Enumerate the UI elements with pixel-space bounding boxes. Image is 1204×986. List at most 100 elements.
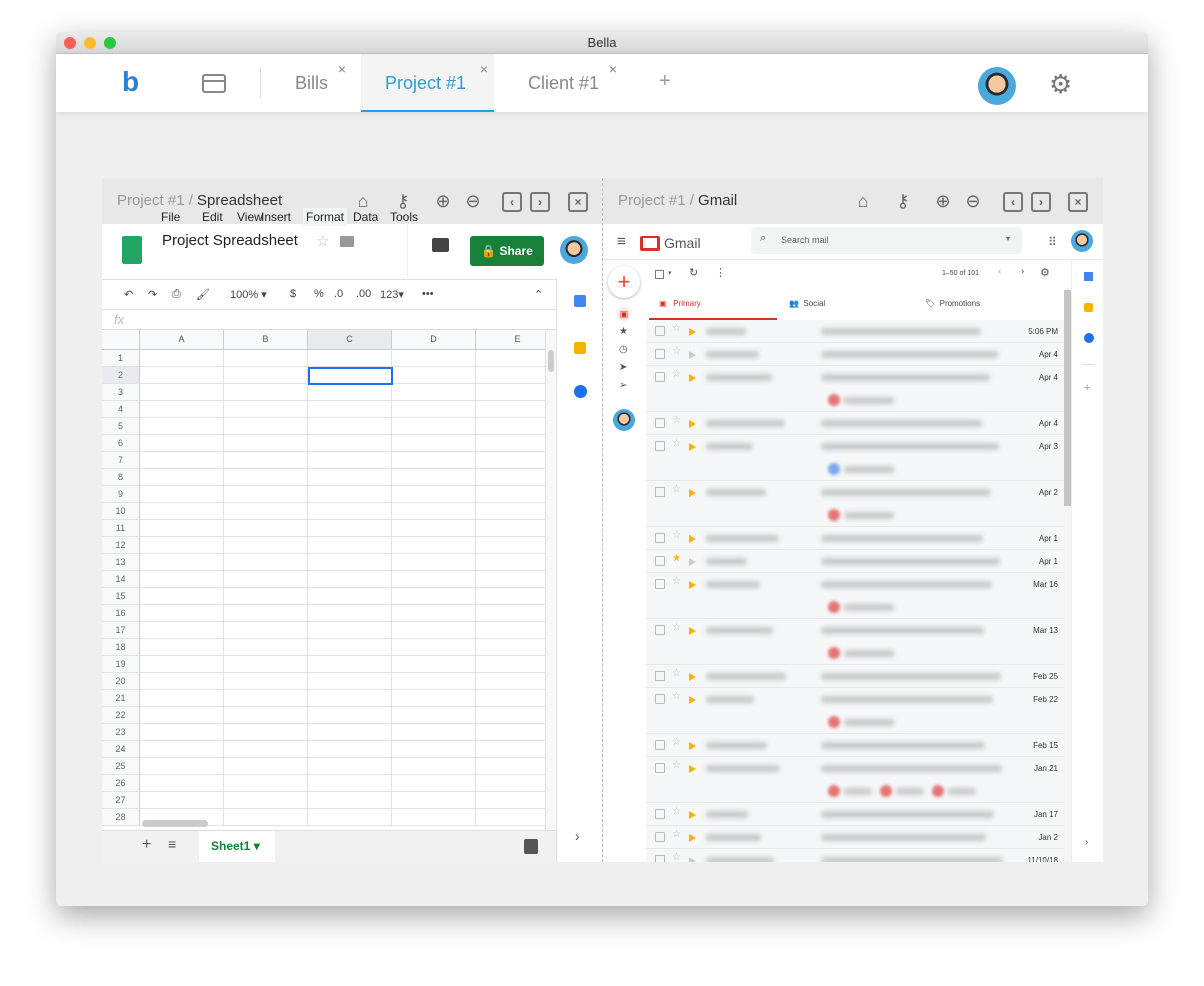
add-addon-icon[interactable]: +: [1084, 382, 1090, 394]
importance-marker-icon[interactable]: [689, 489, 696, 497]
cell[interactable]: [140, 503, 224, 520]
all-sheets-icon[interactable]: ≡: [168, 836, 176, 852]
cell[interactable]: [476, 537, 545, 554]
row-header[interactable]: 9: [102, 486, 140, 503]
breadcrumb-parent[interactable]: Project #1 /: [117, 192, 197, 209]
select-dropdown-icon[interactable]: ▾: [668, 269, 672, 277]
row-header[interactable]: 11: [102, 520, 140, 537]
cell[interactable]: [308, 486, 392, 503]
currency-button[interactable]: $: [290, 288, 296, 300]
cell[interactable]: [140, 622, 224, 639]
calendar-icon[interactable]: [1084, 272, 1093, 281]
tab-bills[interactable]: Bills ×: [271, 54, 352, 112]
cell[interactable]: [308, 809, 392, 826]
cell[interactable]: [476, 418, 545, 435]
cell[interactable]: [476, 452, 545, 469]
forward-icon[interactable]: ›: [530, 192, 550, 212]
cell[interactable]: [308, 656, 392, 673]
more-options-icon[interactable]: ⋮: [715, 266, 726, 279]
star-icon[interactable]: ☆: [672, 806, 681, 817]
importance-marker-icon[interactable]: [689, 765, 696, 773]
email-row[interactable]: ☆ Jan 17: [646, 803, 1064, 826]
cell[interactable]: [224, 401, 308, 418]
cell[interactable]: [392, 350, 476, 367]
email-row[interactable]: ☆ Jan 2: [646, 826, 1064, 849]
email-row[interactable]: ☆ Apr 2: [646, 481, 1064, 527]
cell[interactable]: [392, 571, 476, 588]
cell[interactable]: [140, 520, 224, 537]
row-header[interactable]: 2: [102, 367, 140, 384]
email-checkbox[interactable]: [655, 487, 665, 497]
star-icon[interactable]: ☆: [672, 737, 681, 748]
cell[interactable]: [476, 775, 545, 792]
cell[interactable]: [224, 656, 308, 673]
cell[interactable]: [308, 605, 392, 622]
menu-edit[interactable]: Edit: [202, 210, 223, 224]
cell[interactable]: [392, 367, 476, 384]
email-row[interactable]: ☆ Feb 22: [646, 688, 1064, 734]
importance-marker-icon[interactable]: [689, 328, 696, 336]
star-icon[interactable]: ☆: [672, 760, 681, 771]
star-icon[interactable]: ★: [672, 553, 681, 564]
email-row[interactable]: ☆ Feb 25: [646, 665, 1064, 688]
email-checkbox[interactable]: [655, 418, 665, 428]
star-icon[interactable]: ☆: [672, 369, 681, 380]
cell[interactable]: [476, 571, 545, 588]
cell[interactable]: [392, 690, 476, 707]
home-icon[interactable]: ⌂: [352, 190, 374, 212]
email-row[interactable]: ☆ 11/10/18: [646, 849, 1064, 862]
column-header-d[interactable]: D: [392, 330, 476, 350]
cell[interactable]: [140, 418, 224, 435]
email-checkbox[interactable]: [655, 671, 665, 681]
cell[interactable]: [224, 724, 308, 741]
row-header[interactable]: 25: [102, 758, 140, 775]
add-sheet-icon[interactable]: +: [142, 836, 151, 854]
row-header[interactable]: 4: [102, 401, 140, 418]
row-header[interactable]: 23: [102, 724, 140, 741]
horizontal-scrollbar[interactable]: [142, 820, 208, 827]
cell[interactable]: [140, 384, 224, 401]
cell[interactable]: [476, 758, 545, 775]
email-checkbox[interactable]: [655, 349, 665, 359]
cell[interactable]: [224, 758, 308, 775]
cell[interactable]: [392, 588, 476, 605]
cell[interactable]: [308, 350, 392, 367]
cell[interactable]: [224, 503, 308, 520]
email-row[interactable]: ☆ Apr 3: [646, 435, 1064, 481]
gmail-logo[interactable]: Gmail: [664, 235, 701, 251]
cell[interactable]: [392, 792, 476, 809]
tab-promotions[interactable]: 🏷 Promotions: [925, 290, 980, 321]
cell[interactable]: [224, 775, 308, 792]
cell[interactable]: [476, 707, 545, 724]
zoom-window-button[interactable]: [104, 37, 116, 49]
add-tab-button[interactable]: +: [659, 70, 671, 93]
cell[interactable]: [140, 775, 224, 792]
cell[interactable]: [476, 741, 545, 758]
menu-view[interactable]: View: [237, 210, 263, 224]
cell[interactable]: [224, 639, 308, 656]
star-icon[interactable]: ☆: [672, 829, 681, 840]
email-checkbox[interactable]: [655, 855, 665, 862]
menu-insert[interactable]: Insert: [261, 210, 291, 224]
star-icon[interactable]: ☆: [672, 852, 681, 862]
cell[interactable]: [392, 486, 476, 503]
cell[interactable]: [308, 401, 392, 418]
importance-marker-icon[interactable]: [689, 420, 696, 428]
expand-panel-icon[interactable]: ›: [1085, 837, 1088, 848]
row-header[interactable]: 6: [102, 435, 140, 452]
cell[interactable]: [392, 418, 476, 435]
zoom-out-icon[interactable]: ⊖: [962, 190, 984, 212]
cell[interactable]: [224, 418, 308, 435]
cell[interactable]: [392, 401, 476, 418]
cell[interactable]: [308, 724, 392, 741]
importance-marker-icon[interactable]: [689, 374, 696, 382]
column-header-b[interactable]: B: [224, 330, 308, 350]
cell[interactable]: [476, 588, 545, 605]
email-checkbox[interactable]: [655, 625, 665, 635]
cell[interactable]: [392, 622, 476, 639]
tasks-icon[interactable]: [1084, 333, 1094, 343]
cell[interactable]: [392, 554, 476, 571]
more-icon[interactable]: •••: [422, 288, 434, 300]
explore-icon[interactable]: [524, 839, 538, 854]
cell[interactable]: [476, 639, 545, 656]
